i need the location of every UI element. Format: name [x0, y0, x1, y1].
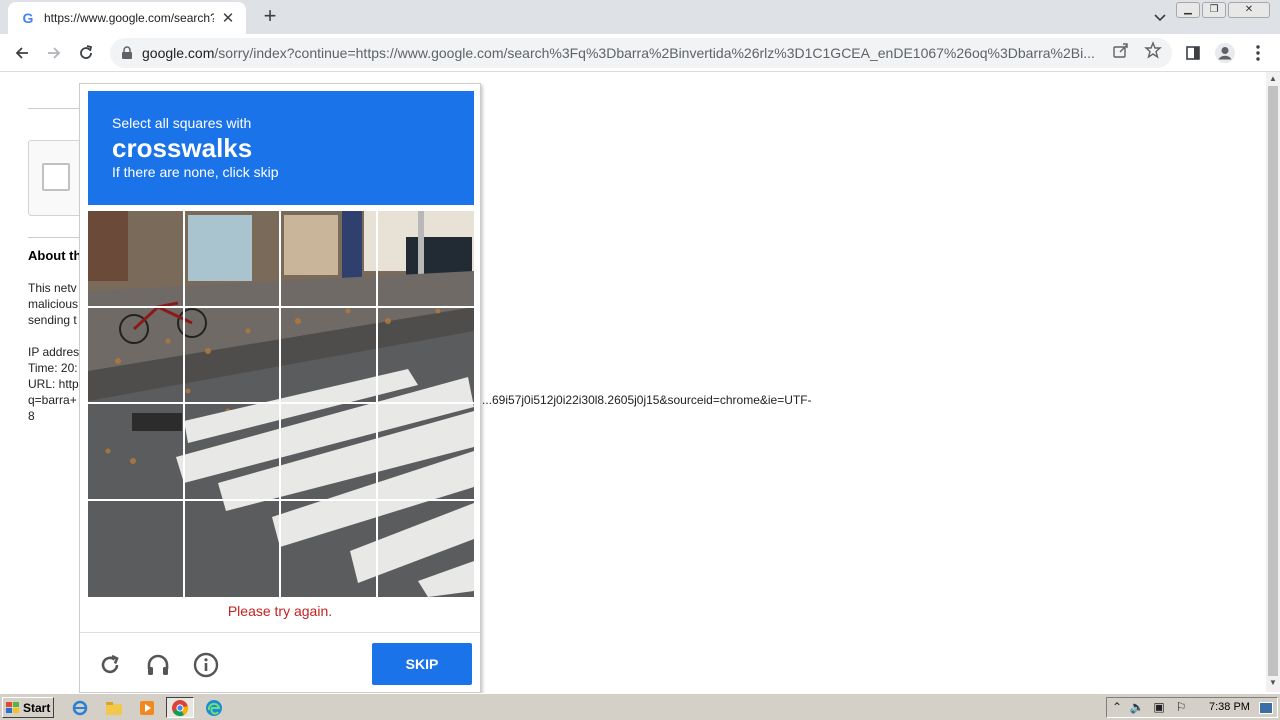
file-explorer-icon[interactable]	[100, 697, 128, 718]
tab-strip: G https://www.google.com/search?q= ✕ + ▁…	[0, 0, 1280, 34]
request-url-tail: ...69i57j0i512j0i22i30l8.2605j0j15&sourc…	[482, 393, 812, 407]
reload-button[interactable]	[74, 41, 98, 65]
window-controls: ▁ ❐ ✕	[1176, 2, 1270, 18]
skip-button[interactable]: SKIP	[372, 643, 472, 685]
lock-icon	[122, 46, 132, 59]
back-button[interactable]	[10, 41, 34, 65]
grid-tile-7[interactable]	[281, 307, 378, 404]
grid-tile-4[interactable]	[377, 211, 474, 308]
instruction-hint: If there are none, click skip	[112, 164, 279, 180]
grid-tile-6[interactable]	[184, 307, 281, 404]
footer-divider	[80, 632, 480, 633]
clock[interactable]: 7:38 PM	[1209, 701, 1250, 713]
new-tab-button[interactable]: +	[258, 5, 282, 29]
start-button[interactable]: Start	[2, 697, 54, 718]
system-tray: ⌃ 🔈 ▣ ⚐ 7:38 PM	[1106, 697, 1278, 718]
page-scrollbar[interactable]: ▲ ▼	[1266, 72, 1280, 692]
windows-logo-icon	[6, 701, 19, 713]
google-favicon-icon: G	[22, 10, 34, 26]
image-grid	[88, 211, 474, 597]
grid-tile-10[interactable]	[184, 404, 281, 501]
close-window-button[interactable]: ✕	[1228, 2, 1270, 18]
forward-button[interactable]	[42, 41, 66, 65]
grid-tile-9[interactable]	[88, 404, 185, 501]
bookmark-star-icon[interactable]	[1144, 41, 1162, 59]
media-player-icon[interactable]	[133, 697, 161, 718]
network-icon[interactable]: ▣	[1151, 700, 1167, 716]
about-heading: About th	[28, 248, 82, 263]
volume-icon[interactable]: 🔈	[1129, 700, 1145, 716]
tab-close-icon[interactable]: ✕	[220, 9, 236, 27]
url-text: google.com/sorry/index?continue=https://…	[142, 45, 1102, 61]
side-panel-icon[interactable]	[1181, 41, 1205, 65]
share-icon[interactable]	[1112, 41, 1130, 59]
about-text: This netv malicious sending t	[28, 281, 79, 327]
request-details: IP addres Time: 20: URL: http q=barra+ 8	[28, 345, 80, 423]
grid-tile-13[interactable]	[88, 500, 185, 597]
action-center-flag-icon[interactable]: ⚐	[1173, 700, 1189, 716]
restore-button[interactable]: ❐	[1202, 2, 1226, 18]
show-desktop-icon[interactable]	[1259, 702, 1273, 714]
scroll-up-arrow-icon[interactable]: ▲	[1269, 74, 1277, 83]
grid-tile-11[interactable]	[281, 404, 378, 501]
recaptcha-challenge-dialog: Select all squares with crosswalks If th…	[79, 83, 481, 693]
error-message: Please try again.	[227, 603, 333, 619]
chrome-taskbar-icon[interactable]	[166, 697, 194, 718]
instruction-line: Select all squares with	[112, 115, 252, 131]
scroll-down-arrow-icon[interactable]: ▼	[1269, 678, 1277, 687]
address-bar[interactable]: google.com/sorry/index?continue=https://…	[110, 38, 1172, 68]
url-host: google.com	[142, 45, 215, 61]
profile-avatar-icon[interactable]	[1213, 41, 1237, 65]
menu-kebab-icon[interactable]	[1246, 41, 1270, 65]
url-path: /sorry/index?continue=https://www.google…	[214, 45, 1095, 61]
grid-tile-2[interactable]	[184, 211, 281, 308]
tab-search-chevron-icon[interactable]	[1150, 7, 1170, 27]
browser-toolbar: google.com/sorry/index?continue=https://…	[0, 34, 1280, 72]
recaptcha-checkbox[interactable]	[42, 163, 70, 191]
screen: G https://www.google.com/search?q= ✕ + ▁…	[0, 0, 1280, 720]
browser-tab[interactable]: G https://www.google.com/search?q= ✕	[8, 2, 246, 34]
internet-explorer-icon[interactable]	[66, 697, 94, 718]
grid-tile-12[interactable]	[377, 404, 474, 501]
reload-challenge-icon[interactable]	[96, 651, 124, 679]
grid-tile-5[interactable]	[88, 307, 185, 404]
edge-icon[interactable]	[200, 697, 228, 718]
tab-title: https://www.google.com/search?q=	[44, 11, 214, 25]
grid-tile-8[interactable]	[377, 308, 474, 404]
grid-tile-1[interactable]	[88, 211, 185, 308]
minimize-button[interactable]: ▁	[1176, 2, 1200, 18]
grid-tile-14[interactable]	[185, 500, 281, 597]
audio-challenge-headphones-icon[interactable]	[144, 651, 172, 679]
help-info-icon[interactable]	[192, 651, 220, 679]
instruction-target: crosswalks	[112, 133, 253, 163]
grid-tile-15[interactable]	[281, 500, 378, 597]
start-label: Start	[23, 700, 51, 715]
scrollbar-thumb[interactable]	[1268, 86, 1278, 676]
grid-tile-16[interactable]	[378, 501, 475, 598]
tray-expand-icon[interactable]: ⌃	[1109, 700, 1125, 716]
challenge-header: Select all squares with crosswalks If th…	[88, 91, 474, 205]
grid-tile-3[interactable]	[281, 211, 378, 308]
windows-taskbar: Start ⌃ 🔈 ▣ ⚐ 7:38 PM	[0, 693, 1280, 720]
